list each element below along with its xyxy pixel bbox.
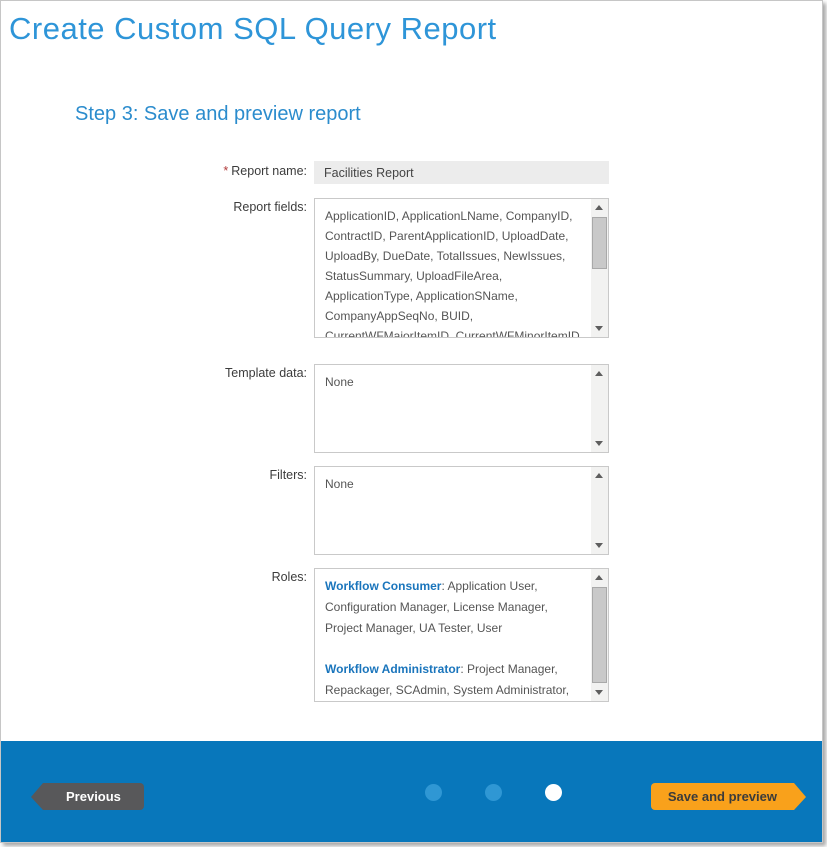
roles-label: Roles: bbox=[1, 568, 314, 702]
wizard-footer: Previous Save and preview bbox=[1, 741, 822, 842]
template-data-scrollbar[interactable] bbox=[591, 365, 608, 452]
template-data-text: None bbox=[315, 365, 591, 452]
previous-button[interactable]: Previous bbox=[43, 783, 144, 810]
filters-label: Filters: bbox=[1, 466, 314, 555]
role-group-name: Workflow Consumer bbox=[325, 579, 441, 593]
save-and-preview-button[interactable]: Save and preview bbox=[651, 783, 794, 810]
scroll-down-arrow-icon[interactable] bbox=[591, 537, 608, 554]
report-fields-label: Report fields: bbox=[1, 198, 314, 338]
step-dot-1 bbox=[425, 784, 442, 801]
scroll-down-arrow-icon[interactable] bbox=[591, 320, 608, 337]
report-name-input[interactable] bbox=[314, 161, 609, 184]
scroll-up-arrow-icon[interactable] bbox=[591, 199, 608, 216]
roles-row: Roles: Workflow Consumer: Application Us… bbox=[1, 568, 609, 702]
page-title: Create Custom SQL Query Report bbox=[9, 11, 497, 47]
report-fields-row: Report fields: ApplicationID, Applicatio… bbox=[1, 198, 609, 338]
required-marker: * bbox=[223, 164, 228, 178]
scrollbar-thumb[interactable] bbox=[592, 217, 607, 269]
scroll-down-arrow-icon[interactable] bbox=[591, 684, 608, 701]
scroll-up-arrow-icon[interactable] bbox=[591, 365, 608, 382]
scroll-up-arrow-icon[interactable] bbox=[591, 569, 608, 586]
step-indicator bbox=[425, 784, 562, 801]
step-dot-3 bbox=[545, 784, 562, 801]
template-data-label: Template data: bbox=[1, 364, 314, 453]
create-report-window: Create Custom SQL Query Report Step 3: S… bbox=[0, 0, 823, 843]
scroll-down-arrow-icon[interactable] bbox=[591, 435, 608, 452]
report-fields-text: ApplicationID, ApplicationLName, Company… bbox=[315, 199, 591, 337]
template-data-row: Template data: None bbox=[1, 364, 609, 453]
role-group: Workflow Administrator: Project Manager,… bbox=[325, 659, 588, 701]
filters-row: Filters: None bbox=[1, 466, 609, 555]
scroll-up-arrow-icon[interactable] bbox=[591, 467, 608, 484]
report-fields-box: ApplicationID, ApplicationLName, Company… bbox=[314, 198, 609, 338]
role-group-name: Workflow Administrator bbox=[325, 662, 460, 676]
report-name-label-text: Report name: bbox=[231, 164, 307, 178]
report-fields-scrollbar[interactable] bbox=[591, 199, 608, 337]
report-name-label: *Report name: bbox=[1, 161, 314, 184]
filters-text: None bbox=[315, 467, 591, 554]
role-separator: : bbox=[460, 662, 467, 676]
scrollbar-thumb[interactable] bbox=[592, 587, 607, 683]
step-heading: Step 3: Save and preview report bbox=[75, 103, 361, 126]
filters-scrollbar[interactable] bbox=[591, 467, 608, 554]
filters-box: None bbox=[314, 466, 609, 555]
roles-text: Workflow Consumer: Application User, Con… bbox=[315, 569, 591, 701]
roles-box: Workflow Consumer: Application User, Con… bbox=[314, 568, 609, 702]
template-data-box: None bbox=[314, 364, 609, 453]
role-group: Workflow Consumer: Application User, Con… bbox=[325, 576, 588, 639]
step-dot-2 bbox=[485, 784, 502, 801]
roles-scrollbar[interactable] bbox=[591, 569, 608, 701]
report-name-row: *Report name: bbox=[1, 161, 609, 184]
